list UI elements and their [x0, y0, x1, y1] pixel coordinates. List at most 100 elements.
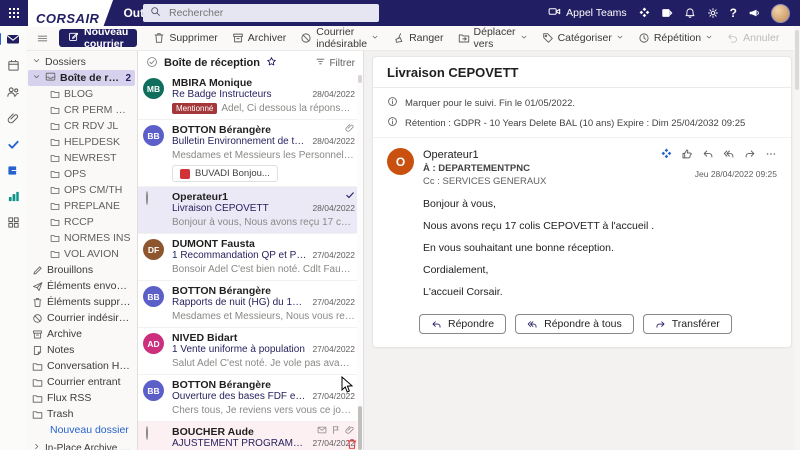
repondre-a-tous-button[interactable]: Répondre à tous	[515, 314, 634, 335]
help-icon[interactable]: ?	[730, 6, 737, 20]
avatar: AD	[143, 333, 164, 354]
collapse-folder-pane-icon[interactable]	[30, 32, 55, 45]
toolbar-deplacer-vers[interactable]: Déplacer vers	[451, 26, 535, 50]
sidebar-item-vol-avion[interactable]: VOL AVION	[28, 246, 135, 262]
todo-check-icon[interactable]	[7, 138, 20, 151]
sender-name: Operateur1	[172, 190, 229, 203]
search-input[interactable]	[167, 6, 341, 20]
planner-app-icon[interactable]	[7, 190, 20, 203]
compose-icon	[69, 32, 79, 41]
sidebar-item-rccp[interactable]: RCCP	[28, 214, 135, 230]
sidebar-item-newrest[interactable]: NEWREST	[28, 150, 135, 166]
more-options-icon[interactable]	[765, 148, 777, 163]
sidebar-item-courrier-entrant[interactable]: Courrier entrant	[28, 374, 135, 390]
calendar-module-icon[interactable]	[7, 59, 20, 72]
teams-call-button[interactable]: Appel Teams	[548, 5, 627, 21]
whats-new-megaphone-icon[interactable]	[748, 7, 760, 19]
favorite-star-icon[interactable]	[266, 56, 277, 70]
people-module-icon[interactable]	[6, 85, 20, 99]
sidebar-item-inbox[interactable]: Boîte de réception 2	[28, 70, 135, 86]
addin-apps-icon[interactable]	[660, 148, 672, 163]
sidebar-item-helpdesk[interactable]: HELPDESK	[28, 134, 135, 150]
attachment-chip[interactable]: BUVADI Bonjou...	[172, 165, 278, 182]
toolbar-courrier-indesirable[interactable]: Courrier indésirable	[293, 26, 386, 50]
list-item[interactable]: BB BOTTON Bérangère Ouverture des bases FD…	[138, 375, 363, 422]
toolbar-repetition[interactable]: Répétition	[631, 26, 720, 50]
list-item[interactable]: MB MBIRA Monique Re Badge Instructeurs 28/0…	[138, 73, 363, 120]
sender-name: BOTTON Bérangère	[172, 123, 271, 136]
list-item[interactable]: BOUCHER AudeAJUSTEMENT PROGRAMME JUIN222…	[138, 422, 363, 450]
bell-icon	[685, 8, 695, 18]
sidebar-item-trash[interactable]: Trash	[28, 406, 135, 422]
page-scrollbar[interactable]	[794, 26, 800, 450]
sidebar-item-conversation-history[interactable]: Conversation History	[28, 358, 135, 374]
sidebar-item-elements-envoyes[interactable]: Éléments envoyés	[28, 278, 135, 294]
forward-icon	[656, 321, 665, 328]
sidebar-item-notes[interactable]: Notes	[28, 342, 135, 358]
toolbar-ranger[interactable]: Ranger	[386, 26, 450, 50]
transferer-button[interactable]: Transférer	[642, 314, 732, 335]
list-item[interactable]: BB BOTTON Bérangère Rapports de nuit (HG) …	[138, 281, 363, 328]
sidebar-item-brouillons[interactable]: Brouillons	[28, 262, 135, 278]
message-date: 27/04/2022	[312, 297, 355, 307]
message-preview: Mesdames et Messieurs, Nous vous remerci…	[172, 311, 355, 322]
sender-name[interactable]: Operateur1	[423, 148, 660, 163]
message-date: 28/04/2022	[312, 89, 355, 99]
sidebar-item-cr-rdv-jl[interactable]: CR RDV JL	[28, 118, 135, 134]
reply-all-icon[interactable]	[723, 148, 735, 163]
select-circle[interactable]	[146, 191, 148, 205]
folder-pane: Dossiers Boîte de réception 2 BLOGCR PER…	[26, 51, 137, 450]
new-mail-button[interactable]: Nouveau courrier	[59, 26, 138, 50]
mail-module-icon[interactable]	[0, 32, 20, 46]
toolbar-annuler[interactable]: Annuler	[720, 26, 786, 50]
sidebar-item-cr-perm-pnc[interactable]: CR PERM PNC	[28, 102, 135, 118]
sender-avatar[interactable]: O	[387, 148, 414, 175]
toolbar-archiver[interactable]: Archiver	[225, 26, 294, 50]
app-shortcut-icon[interactable]	[7, 164, 20, 177]
repondre-button[interactable]: Répondre	[419, 314, 507, 335]
message-header: O Operateur1 À : DEPARTEMENTPNC Cc : SER…	[373, 138, 791, 188]
clip-icon	[345, 124, 354, 132]
select-circle[interactable]	[146, 426, 148, 440]
sidebar-item-archive[interactable]: Archive	[28, 326, 135, 342]
sidebar-item-normes-ins[interactable]: NORMES INS	[28, 230, 135, 246]
sidebar-item-elements-supprimes[interactable]: Éléments supprimés	[28, 294, 135, 310]
sidebar-item-ops-cm-th[interactable]: OPS CM/TH	[28, 182, 135, 198]
list-item[interactable]: BB BOTTON Bérangère Bulletin Environnement…	[138, 120, 363, 187]
settings-gear-icon[interactable]	[707, 7, 719, 19]
in-place-archive[interactable]: In-Place Archive -M'HARI Adel	[28, 440, 135, 450]
command-bar: Nouveau courrier Supprimer Archiver Courri…	[26, 26, 800, 51]
more-apps-icon[interactable]	[7, 216, 20, 229]
search-box[interactable]	[143, 4, 379, 22]
reply-icon[interactable]	[702, 148, 714, 163]
sidebar-item-flux-rss[interactable]: Flux RSS	[28, 390, 135, 406]
body-paragraph: Bonjour à vous,	[423, 198, 496, 211]
select-all-icon[interactable]	[146, 56, 158, 71]
toolbar-categoriser[interactable]: Catégoriser	[535, 26, 631, 50]
replyall-icon	[527, 321, 537, 328]
list-item[interactable]: Operateur1 Livraison CEPOVETT 28/04/2022 Bo…	[138, 187, 363, 234]
sidebar-item-courrier-indesirable[interactable]: Courrier indésirable	[28, 310, 135, 326]
list-scrollbar[interactable]	[357, 73, 363, 450]
like-icon[interactable]	[681, 148, 693, 163]
app-launcher-icon[interactable]	[0, 0, 28, 26]
toolbar-actions: Supprimer Archiver Courrier indésirable Ran…	[146, 26, 800, 50]
checkdone-icon	[346, 192, 354, 199]
sidebar-item-preplane[interactable]: PREPLANE	[28, 198, 135, 214]
sidebar-item-blog[interactable]: BLOG	[28, 86, 135, 102]
forward-icon[interactable]	[744, 148, 756, 163]
waffle-icon	[9, 8, 19, 18]
list-item[interactable]: DF DUMONT Fausta 1 Recommandation QP et PN…	[138, 234, 363, 281]
toolbar-supprimer[interactable]: Supprimer	[146, 26, 224, 50]
folders-header[interactable]: Dossiers	[28, 54, 135, 70]
teams-app-icon[interactable]	[638, 7, 650, 19]
list-item[interactable]: AD NIVED Bidart 1 Vente uniforme à populat…	[138, 328, 363, 375]
sidebar-item-ops[interactable]: OPS	[28, 166, 135, 182]
files-attachment-icon[interactable]	[7, 112, 20, 125]
user-avatar[interactable]	[771, 3, 790, 23]
filter-button[interactable]: Filtrer	[315, 56, 355, 70]
notifications-bell-icon[interactable]	[684, 7, 696, 19]
share-app-icon[interactable]	[661, 7, 673, 19]
new-folder-link[interactable]: Nouveau dossier	[28, 422, 135, 438]
folder-icon	[50, 203, 60, 210]
